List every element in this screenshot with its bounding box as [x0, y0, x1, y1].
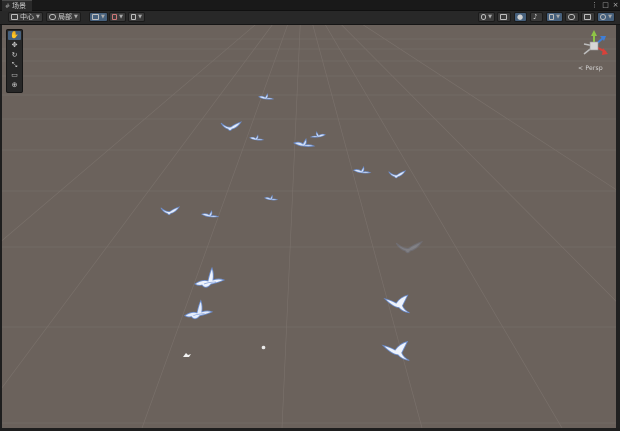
increment-snap-button[interactable]: ▼ [109, 12, 126, 22]
space-dropdown[interactable]: 局部 ▼ [46, 12, 81, 22]
hand-tool-button[interactable]: ✋ [8, 31, 21, 40]
pivot-label: 中心 [20, 13, 34, 21]
scale-tool-button[interactable]: ⤡ [8, 61, 21, 70]
bird-sprite[interactable] [219, 121, 243, 133]
scale-icon: ⤡ [11, 61, 18, 69]
rect-icon: ▭ [11, 71, 18, 79]
move-tool-button[interactable]: ✥ [8, 41, 21, 50]
maximize-icon[interactable]: □ [601, 0, 610, 10]
small-particle[interactable] [261, 345, 266, 350]
audio-toggle-button[interactable]: ♪ [530, 12, 543, 22]
audio-icon: ♪ [533, 13, 538, 21]
lighting-toggle-button[interactable]: ● [514, 12, 527, 22]
bird-sprite[interactable] [201, 210, 220, 220]
bird-sprite[interactable] [381, 338, 413, 364]
chevron-down-icon: ▼ [101, 14, 105, 20]
tab-scene[interactable]: # 场景 [2, 0, 33, 11]
bird-sprite[interactable] [192, 266, 226, 290]
right-edge [616, 25, 620, 428]
ground-grid [2, 25, 616, 428]
draw-mode-icon [481, 14, 487, 20]
window-title-bar: # 场景 ⋮ □ × [0, 0, 620, 11]
bird-sprite[interactable] [182, 298, 214, 322]
hand-icon: ✋ [10, 31, 19, 39]
effects-dropdown[interactable]: ▼ [546, 12, 563, 22]
grid-snapping-button[interactable]: ▼ [89, 12, 108, 22]
tab-scene-label: 场景 [12, 2, 27, 10]
bird-sprite[interactable] [249, 134, 265, 143]
bird-sprite[interactable] [383, 292, 413, 316]
rotate-icon: ↻ [11, 51, 18, 59]
projection-label[interactable]: < Persp [578, 65, 603, 72]
close-icon[interactable]: × [611, 0, 620, 10]
global-icon [49, 14, 56, 20]
effects-icon [549, 14, 555, 20]
chevron-down-icon: ▼ [608, 14, 612, 20]
tools-icon [131, 14, 137, 20]
gizmos-dropdown[interactable]: ▼ [597, 12, 615, 22]
grid-icon [92, 14, 99, 20]
2d-toggle-button[interactable] [497, 12, 511, 22]
gizmo-x-axis-icon[interactable] [602, 48, 608, 55]
move-icon: ✥ [11, 41, 18, 49]
2d-icon [500, 14, 507, 20]
tools-palette: ✋ ✥ ↻ ⤡ ▭ ⊕ [6, 29, 23, 93]
transform-icon: ⊕ [11, 81, 18, 89]
draw-mode-dropdown[interactable]: ▼ [478, 12, 495, 22]
pivot-icon [11, 14, 18, 20]
hash-icon: # [5, 2, 11, 10]
pivot-dropdown[interactable]: 中心 ▼ [8, 12, 43, 22]
camera-icon [584, 14, 591, 20]
bird-sprite[interactable] [309, 131, 326, 140]
orientation-gizmo[interactable] [576, 28, 612, 64]
camera-settings-button[interactable] [581, 12, 595, 22]
scene-toolbar: 中心 ▼ 局部 ▼ ▼ ▼ ▼ ▼ ● ♪ ▼ ▼ [0, 11, 620, 25]
rotate-tool-button[interactable]: ↻ [8, 51, 21, 60]
space-label: 局部 [58, 13, 72, 21]
chevron-down-icon: ▼ [556, 14, 560, 20]
transform-tool-button[interactable]: ⊕ [8, 81, 21, 90]
scene-viewport[interactable] [2, 25, 616, 428]
rect-tool-button[interactable]: ▭ [8, 71, 21, 80]
chevron-down-icon: ▼ [74, 14, 78, 20]
eye-icon [568, 14, 575, 20]
toggle-tools-button[interactable]: ▼ [128, 12, 145, 22]
bird-sprite[interactable] [158, 206, 182, 217]
gizmo-y-axis-icon[interactable] [591, 30, 597, 36]
chevron-down-icon: ▼ [138, 14, 142, 20]
bird-sprite[interactable] [387, 170, 407, 180]
small-particle[interactable] [183, 352, 191, 358]
chevron-down-icon: ▼ [36, 14, 40, 20]
scene-window: # 场景 ⋮ □ × 中心 ▼ 局部 ▼ ▼ ▼ ▼ ▼ ● ♪ ▼ ▼ ✋ ✥… [0, 0, 620, 431]
snap-icon [112, 14, 118, 20]
gizmo-icon [600, 14, 607, 20]
chevron-down-icon: ▼ [119, 14, 123, 20]
more-options-icon[interactable]: ⋮ [590, 0, 599, 10]
chevron-down-icon: ▼ [488, 14, 492, 20]
bird-sprite[interactable] [350, 165, 374, 176]
bird-sprite[interactable] [258, 93, 275, 102]
bird-sprite[interactable] [264, 194, 279, 203]
hidden-objects-button[interactable] [565, 12, 579, 22]
bird-sprite-faded[interactable] [395, 238, 423, 256]
light-bulb-icon: ● [517, 13, 524, 21]
